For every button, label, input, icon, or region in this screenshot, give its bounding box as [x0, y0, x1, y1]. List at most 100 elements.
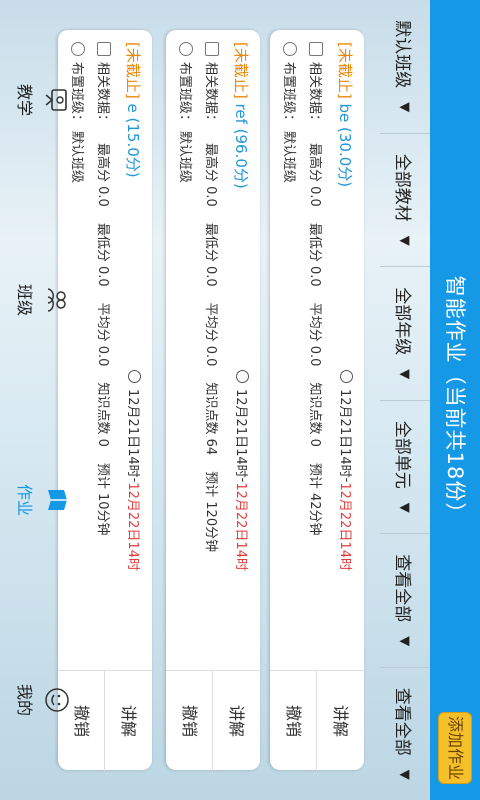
filter-class[interactable]: 默认班级 ▼ — [380, 0, 430, 134]
card-stats: 相关数据： 最高分 0.0 最低分 0.0 平均分 0.0 知识点数 0 预计 … — [95, 42, 114, 552]
revoke-button[interactable]: 撤销 — [270, 671, 317, 771]
class-icon — [44, 287, 70, 313]
min-score: 最低分 0.0 — [307, 222, 322, 287]
status-tag: [未截止] — [232, 42, 250, 99]
card-actions: 讲解 撤销 — [166, 670, 260, 771]
explain-button[interactable]: 讲解 — [316, 671, 364, 771]
max-score: 最高分 0.0 — [95, 143, 110, 207]
time-end: 12月22日14时 — [125, 482, 140, 571]
min-score: 最低分 0.0 — [203, 222, 218, 287]
bottom-nav: 教学 班级 作业 我的 — [0, 0, 84, 800]
card-time: 12月21日14时 - 12月22日14时 — [233, 370, 252, 571]
time-end: 12月22日14时 — [233, 482, 248, 571]
homework-name: be — [336, 103, 354, 123]
add-homework-button[interactable]: 添加作业 — [438, 712, 472, 784]
clock-icon — [236, 370, 249, 383]
card-class: 布置班级： 默认班级 — [177, 42, 196, 183]
card-class: 布置班级： 默认班级 — [281, 42, 300, 183]
homework-name: e — [124, 103, 142, 113]
class-label: 布置班级： — [281, 62, 296, 128]
card-actions: 讲解 撤销 — [270, 670, 364, 771]
stats-label: 相关数据： — [203, 62, 218, 128]
nav-class[interactable]: 班级 — [0, 200, 84, 400]
homework-card[interactable]: [未截止] ref (96.0分) 相关数据： 最高分 0.0 最低分 0.0 … — [166, 30, 260, 771]
card-stats: 相关数据： 最高分 0.0 最低分 0.0 平均分 0.0 知识点数 64 预计… — [203, 42, 222, 568]
class-label: 布置班级： — [177, 62, 192, 128]
homework-name: ref — [232, 103, 250, 124]
card-time: 12月21日14时 - 12月22日14时 — [337, 370, 356, 571]
avg-score: 平均分 0.0 — [203, 302, 218, 367]
status-tag: [未截止] — [336, 42, 354, 99]
filter-bar: 默认班级 ▼ 全部教材 ▼ 全部年级 ▼ 全部单元 ▼ 查看全部 ▼ 查看全部 ▼ — [380, 0, 430, 800]
estimate-time: 预计 42分钟 — [307, 462, 322, 536]
card-time: 12月21日14时 - 12月22日14时 — [125, 370, 144, 571]
page-title: 智能作业（当前共18份） — [443, 275, 467, 525]
caret-down-icon: ▼ — [397, 636, 413, 647]
knowledge-count: 知识点数 64 — [203, 382, 218, 456]
filter-label: 查看全部 — [392, 554, 413, 623]
card-title: [未截止] be (30.0分) — [335, 42, 356, 187]
stats-label: 相关数据： — [95, 62, 110, 128]
filter-label: 查看全部 — [392, 687, 413, 756]
stats-label: 相关数据： — [307, 62, 322, 128]
homework-icon — [44, 487, 70, 513]
card-stats: 相关数据： 最高分 0.0 最低分 0.0 平均分 0.0 知识点数 0 预计 … — [307, 42, 326, 552]
caret-down-icon: ▼ — [397, 369, 413, 380]
homework-card[interactable]: [未截止] be (30.0分) 相关数据： 最高分 0.0 最低分 0.0 平… — [270, 30, 364, 771]
app-screen: 智能作业（当前共18份） 添加作业 默认班级 ▼ 全部教材 ▼ 全部年级 ▼ 全部单元… — [0, 0, 480, 800]
nav-profile[interactable]: 我的 — [0, 600, 84, 800]
clock-icon — [340, 370, 353, 383]
filter-label: 全部教材 — [392, 153, 413, 222]
filter-label: 全部单元 — [392, 420, 413, 489]
chart-icon — [205, 42, 220, 56]
time-start: 12月21日14时 — [233, 389, 248, 478]
filter-view-2[interactable]: 查看全部 ▼ — [380, 668, 430, 800]
nav-label: 我的 — [15, 683, 34, 716]
caret-down-icon: ▼ — [397, 235, 413, 246]
knowledge-count: 知识点数 0 — [307, 382, 322, 447]
people-icon — [283, 42, 298, 56]
estimate-time: 预计 120分钟 — [203, 471, 218, 553]
filter-grade[interactable]: 全部年级 ▼ — [380, 267, 430, 401]
profile-icon — [44, 687, 70, 713]
avg-score: 平均分 0.0 — [95, 302, 110, 367]
homework-score: (15.0分) — [124, 117, 142, 178]
explain-button[interactable]: 讲解 — [212, 671, 260, 771]
teaching-icon — [44, 87, 70, 113]
caret-down-icon: ▼ — [397, 502, 413, 513]
filter-view-1[interactable]: 查看全部 ▼ — [380, 534, 430, 668]
homework-score: (96.0分) — [232, 128, 250, 189]
homework-score: (30.0分) — [336, 127, 354, 188]
max-score: 最高分 0.0 — [307, 143, 322, 207]
caret-down-icon: ▼ — [397, 769, 413, 780]
people-icon — [179, 42, 194, 56]
min-score: 最低分 0.0 — [95, 222, 110, 287]
knowledge-count: 知识点数 0 — [95, 382, 110, 447]
revoke-button[interactable]: 撤销 — [166, 671, 213, 771]
filter-label: 全部年级 — [392, 287, 413, 356]
card-title: [未截止] ref (96.0分) — [231, 42, 252, 189]
card-title: [未截止] e (15.0分) — [123, 42, 144, 178]
class-name: 默认班级 — [177, 131, 192, 184]
nav-teaching[interactable]: 教学 — [0, 0, 84, 200]
nav-homework[interactable]: 作业 — [0, 400, 84, 600]
nav-label: 作业 — [15, 483, 34, 516]
time-start: 12月21日14时 — [337, 389, 352, 478]
chart-icon — [97, 42, 112, 56]
header-bar: 智能作业（当前共18份） 添加作业 — [430, 0, 480, 800]
filter-unit[interactable]: 全部单元 ▼ — [380, 400, 430, 534]
filter-textbook[interactable]: 全部教材 ▼ — [380, 133, 430, 267]
time-end: 12月22日14时 — [337, 482, 352, 571]
chart-icon — [309, 42, 324, 56]
caret-down-icon: ▼ — [397, 102, 413, 113]
filter-label: 默认班级 — [392, 20, 413, 89]
explain-button[interactable]: 讲解 — [104, 671, 152, 771]
class-name: 默认班级 — [281, 131, 296, 184]
estimate-time: 预计 10分钟 — [95, 462, 110, 536]
clock-icon — [128, 370, 141, 383]
nav-label: 班级 — [15, 283, 34, 316]
avg-score: 平均分 0.0 — [307, 302, 322, 367]
max-score: 最高分 0.0 — [203, 143, 218, 207]
status-tag: [未截止] — [124, 42, 142, 99]
time-start: 12月21日14时 — [125, 389, 140, 478]
